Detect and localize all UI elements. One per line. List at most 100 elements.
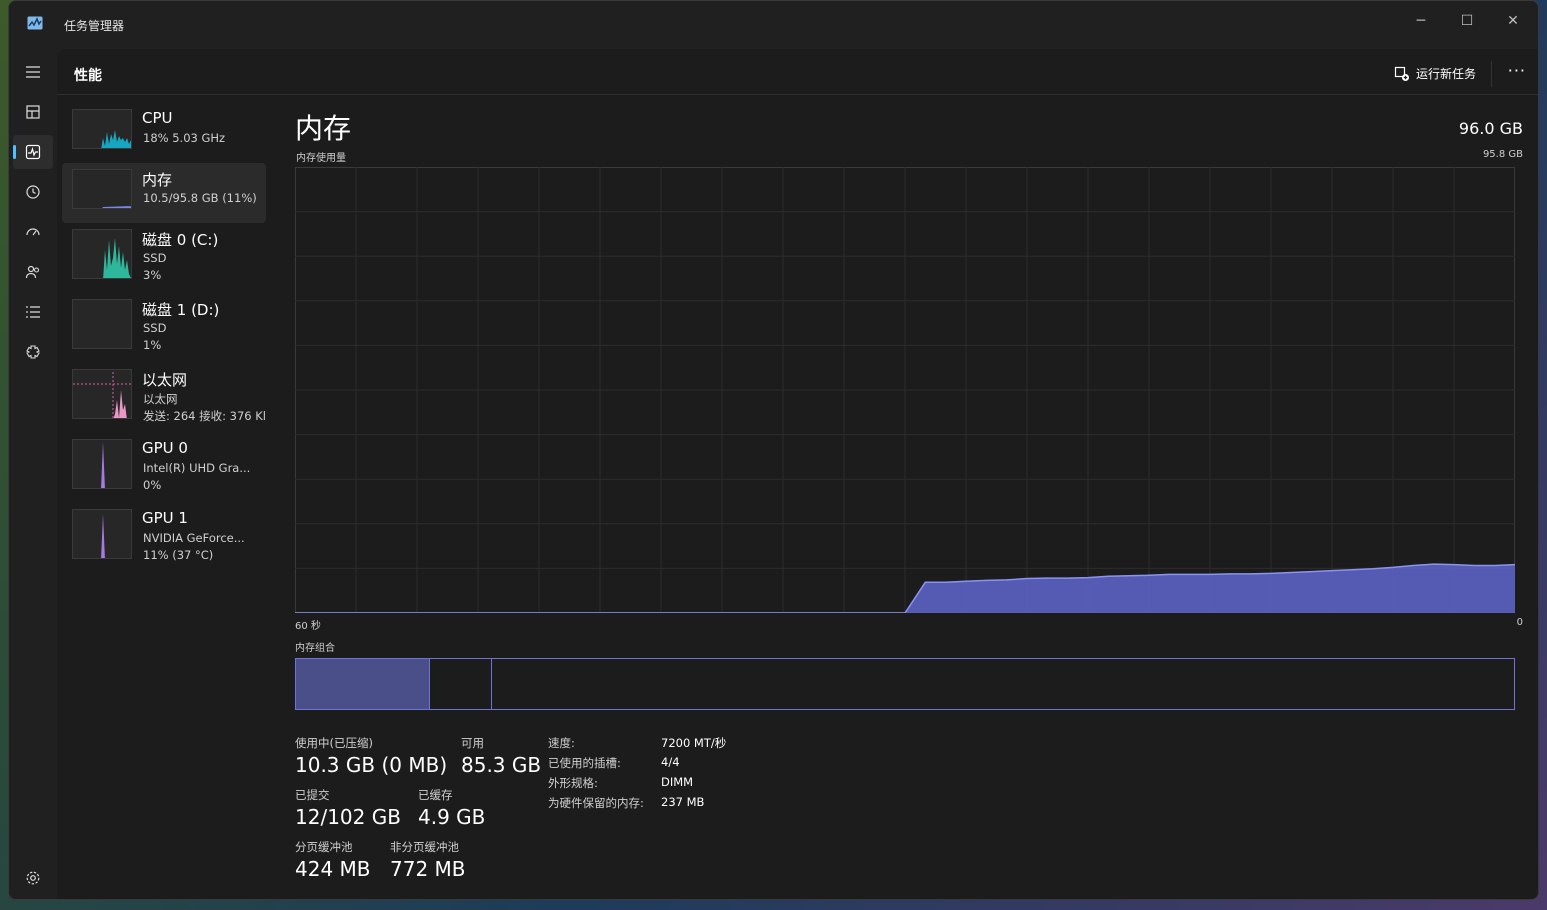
spec-speed-key: 速度: [548,736,575,750]
composition-in-use [296,659,430,709]
resource-thumbnail [72,439,132,489]
stat-committed: 已提交 12/102 GB [295,787,401,829]
nav-rail [9,49,57,899]
stat-nonpaged-pool-label: 非分页缓冲池 [390,840,459,854]
disk1-sparkline [73,300,132,349]
resource-item-memory[interactable]: 内存 10.5/95.8 GB (11%) [62,163,266,223]
resource-name: GPU 1 [142,509,188,527]
minimize-button[interactable]: ─ [1398,7,1444,35]
stat-nonpaged-pool-value: 772 MB [390,857,466,881]
resource-thumbnail [72,229,132,279]
resource-item-disk0[interactable]: 磁盘 0 (C:) SSD 3% [62,223,266,283]
nav-item-startup[interactable] [13,215,53,249]
resource-usage: 3% [143,268,162,282]
nav-item-details[interactable] [13,295,53,329]
spec-slots-value: 4/4 [661,755,680,769]
resource-item-cpu[interactable]: CPU 18% 5.03 GHz [62,103,266,163]
spec-form-value: DIMM [661,775,694,789]
stat-committed-label: 已提交 [295,788,330,802]
stat-paged-pool-value: 424 MB [295,857,371,881]
details-icon [26,306,40,318]
resource-name: 内存 [142,171,173,189]
hamburger-icon [26,66,40,78]
resource-usage: 0% [143,478,162,492]
performance-icon [25,144,41,160]
memory-usage-chart-label: 内存使用量 [296,153,346,164]
nav-item-app-history[interactable] [13,175,53,209]
stat-available-label: 可用 [461,736,484,750]
resource-detail: 18% 5.03 GHz [143,131,226,145]
stat-available: 可用 85.3 GB [461,735,541,777]
resource-usage: 11% (37 °C) [143,548,214,562]
ethernet-sparkline [73,372,131,418]
resource-item-gpu0[interactable]: GPU 0 Intel(R) UHD Gra... 0% [62,433,266,493]
stat-committed-value: 12/102 GB [295,805,401,829]
resource-thumbnail [72,369,132,419]
stat-available-value: 85.3 GB [461,753,542,777]
memory-panel: 内存 96.0 GB 内存使用量 95.8 GB 60 秒 0 内存组合 使用中… [295,95,1523,899]
nav-item-performance[interactable] [13,135,53,169]
resource-name: CPU [142,109,173,127]
resource-name: 以太网 [142,371,188,389]
app-history-icon [26,185,40,199]
disk0-sparkline [103,238,131,278]
header-divider [1491,61,1492,87]
hamburger-menu-button[interactable] [13,55,53,89]
more-options-button[interactable]: ··· [1508,61,1526,80]
maximize-button[interactable]: ☐ [1444,7,1490,35]
resource-item-disk1[interactable]: 磁盘 1 (D:) SSD 1% [62,293,266,353]
title-bar[interactable]: 任务管理器 ─ ☐ ✕ [9,1,1538,49]
resource-item-gpu1[interactable]: GPU 1 NVIDIA GeForce... 11% (37 °C) [62,503,266,563]
resource-usage: 1% [143,338,162,352]
page-header: 性能 运行新任务 ··· [57,49,1538,95]
spec-reserved-value: 237 MB [661,795,705,809]
memory-heading: 内存 [295,112,352,145]
resource-item-ethernet[interactable]: 以太网 以太网 发送: 264 接收: 376 Kl [62,363,266,423]
stat-nonpaged-pool: 非分页缓冲池 772 MB [390,839,466,881]
nav-item-settings[interactable] [13,861,53,895]
page-title: 性能 [74,68,102,84]
gpu0-sparkline [101,442,105,488]
spec-speed-value: 7200 MT/秒 [661,736,727,750]
resource-detail: SSD [143,251,167,265]
run-task-icon [1394,66,1409,81]
stat-paged-pool: 分页缓冲池 424 MB [295,839,371,881]
nav-item-services[interactable] [13,335,53,369]
resource-thumbnail [72,299,132,349]
resource-name: GPU 0 [142,439,188,457]
stat-in-use: 使用中(已压缩) 10.3 GB (0 MB) [295,735,447,777]
composition-standby [431,659,492,709]
memory-total: 96.0 GB [1458,119,1523,138]
stat-cached: 已缓存 4.9 GB [418,787,485,829]
gpu1-sparkline [101,514,105,558]
startup-apps-icon [26,228,40,236]
resource-detail: 10.5/95.8 GB (11%) [143,191,257,205]
resource-detail: 以太网 [143,392,178,406]
run-new-task-label: 运行新任务 [1415,67,1476,81]
stat-paged-pool-label: 分页缓冲池 [295,840,353,854]
resource-usage: 发送: 264 接收: 376 Kl [143,409,267,423]
resource-thumbnail [72,169,132,209]
resource-detail: Intel(R) UHD Gra... [143,461,251,475]
stat-cached-value: 4.9 GB [418,805,486,829]
spec-reserved-key: 为硬件保留的内存: [548,796,644,810]
services-icon [26,345,40,359]
content-area: 性能 运行新任务 ··· CPU 18% 5.03 GHz 内存 10.5/95… [57,49,1538,899]
nav-item-users[interactable] [13,255,53,289]
resource-thumbnail [72,109,132,149]
resource-detail: NVIDIA GeForce... [143,531,245,545]
close-button[interactable]: ✕ [1490,7,1536,35]
resource-detail: SSD [143,321,167,335]
nav-item-processes[interactable] [13,95,53,129]
resource-name: 磁盘 1 (D:) [142,301,220,319]
task-manager-window: 任务管理器 ─ ☐ ✕ 性能 运行新任务 ··· CPU 18% 5.03 GH… [8,0,1539,900]
spec-slots-key: 已使用的插槽: [548,756,621,770]
chart-time-end: 0 [1516,617,1523,628]
resource-name: 磁盘 0 (C:) [142,231,219,249]
processes-icon [26,105,40,119]
run-new-task-button[interactable]: 运行新任务 [1394,65,1476,82]
memory-composition-label: 内存组合 [295,643,335,654]
stat-in-use-value: 10.3 GB (0 MB) [295,753,448,777]
memory-usage-chart [295,167,1515,613]
users-icon [25,265,40,279]
